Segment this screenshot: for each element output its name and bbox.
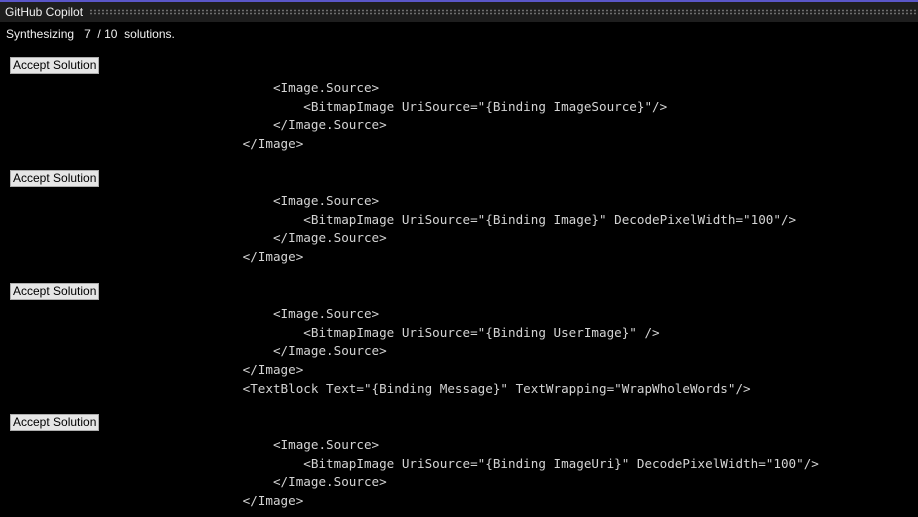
code-line: </Image.Source> — [0, 474, 387, 490]
code-line: <Image.Source> — [0, 193, 380, 208]
status-prefix: Synthesizing — [6, 27, 75, 41]
code-line: <Image.Source> — [0, 306, 380, 321]
panel-title: GitHub Copilot — [5, 5, 84, 19]
code-line: </Image> — [0, 493, 304, 509]
code-block: <Image.Source> <BitmapImage UriSource="{… — [0, 192, 797, 267]
code-line: <BitmapImage UriSource="{Binding Image}"… — [0, 211, 797, 227]
code-block: <Image.Source> <BitmapImage UriSource="{… — [0, 79, 668, 154]
status-current: 7 — [84, 27, 91, 41]
status-suffix: solutions. — [124, 27, 175, 41]
code-line: <BitmapImage UriSource="{Binding ImageUr… — [0, 455, 819, 471]
code-line: </Image.Source> — [0, 343, 387, 359]
code-block: <Image.Source> <BitmapImage UriSource="{… — [0, 305, 751, 398]
code-line: </Image> — [0, 249, 304, 265]
copilot-panel: GitHub Copilot Synthesizing 7 / 10 solut… — [0, 0, 918, 517]
accept-solution-button[interactable]: Accept Solution — [10, 283, 100, 300]
status-total: 10 — [104, 27, 118, 41]
code-line: <Image.Source> — [0, 80, 380, 95]
status-text: Synthesizing 7 / 10 solutions. — [6, 26, 175, 42]
title-bar[interactable]: GitHub Copilot — [0, 2, 918, 22]
code-line: <BitmapImage UriSource="{Binding UserIma… — [0, 324, 660, 340]
code-line: <Image.Source> — [0, 437, 380, 452]
drag-grip-icon[interactable] — [89, 9, 916, 15]
code-line: </Image.Source> — [0, 230, 387, 246]
code-line: <TextBlock Text="{Binding Message}" Text… — [0, 380, 751, 396]
code-block: <Image.Source> <BitmapImage UriSource="{… — [0, 436, 819, 511]
code-line: <BitmapImage UriSource="{Binding ImageSo… — [0, 98, 668, 114]
accept-solution-button[interactable]: Accept Solution — [10, 57, 100, 74]
code-line: </Image> — [0, 136, 304, 152]
accept-solution-button[interactable]: Accept Solution — [10, 170, 100, 187]
accept-solution-button[interactable]: Accept Solution — [10, 414, 100, 431]
status-separator: / — [97, 27, 101, 41]
code-line: </Image.Source> — [0, 117, 387, 133]
code-line: </Image> — [0, 362, 304, 378]
